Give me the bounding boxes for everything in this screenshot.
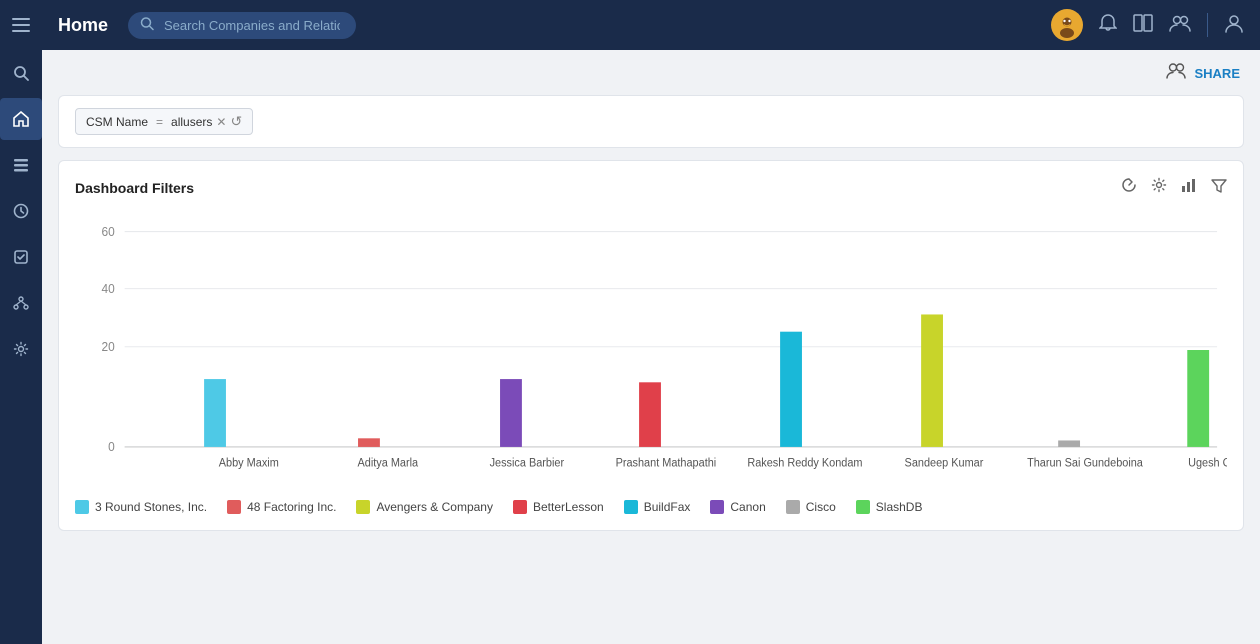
panel-title: Dashboard Filters [75, 180, 194, 196]
sidebar-item-search[interactable] [0, 52, 42, 94]
legend-item: SlashDB [856, 500, 923, 514]
dashboard-panel: Dashboard Filters [58, 160, 1244, 531]
user-icon[interactable] [1224, 13, 1244, 38]
svg-text:Prashant Mathapathi: Prashant Mathapathi [616, 457, 717, 469]
svg-text:Sandeep Kumar: Sandeep Kumar [905, 457, 984, 469]
page-title: Home [58, 15, 108, 36]
bar-chart: 60 40 20 0 Abby Maxim Aditya Marla Jessi… [75, 210, 1227, 490]
svg-text:Jessica Barbier: Jessica Barbier [490, 457, 565, 469]
filter-clear-icon[interactable]: ✕ [216, 115, 226, 129]
svg-text:20: 20 [101, 340, 114, 355]
topnav: Home [42, 0, 1260, 50]
sidebar-item-network[interactable] [0, 282, 42, 324]
legend-color [710, 500, 724, 514]
legend-color [356, 500, 370, 514]
svg-text:Aditya Marla: Aditya Marla [358, 457, 419, 469]
legend-label: BuildFax [644, 500, 691, 514]
legend-label: 3 Round Stones, Inc. [95, 500, 207, 514]
filter-bar: CSM Name = allusers ✕ ↺ [58, 95, 1244, 148]
gear-icon[interactable] [1151, 177, 1167, 198]
hamburger-menu[interactable] [0, 0, 42, 50]
svg-text:Ugesh Gali: Ugesh Gali [1188, 457, 1227, 469]
svg-text:Tharun Sai Gundeboina: Tharun Sai Gundeboina [1027, 457, 1143, 469]
share-users-icon[interactable] [1166, 62, 1186, 85]
top-bar: SHARE [58, 62, 1244, 85]
sidebar-item-list[interactable] [0, 144, 42, 186]
content-area: SHARE CSM Name = allusers ✕ ↺ Dashboard … [42, 50, 1260, 644]
search-wrapper [128, 12, 628, 39]
sidebar-item-home[interactable] [0, 98, 42, 140]
share-section: SHARE [1166, 62, 1240, 85]
svg-text:0: 0 [108, 440, 115, 455]
chart-icon[interactable] [1181, 177, 1197, 198]
nav-divider [1207, 13, 1208, 37]
svg-text:60: 60 [101, 224, 114, 239]
legend-color [227, 500, 241, 514]
legend-label: SlashDB [876, 500, 923, 514]
legend-label: BetterLesson [533, 500, 604, 514]
avatar[interactable] [1051, 9, 1083, 41]
legend-label: Canon [730, 500, 765, 514]
book-icon[interactable] [1133, 14, 1153, 37]
group-icon[interactable] [1169, 14, 1191, 37]
filter-operator: = [156, 115, 163, 129]
legend-label: 48 Factoring Inc. [247, 500, 336, 514]
legend-label: Cisco [806, 500, 836, 514]
sidebar [0, 0, 42, 644]
search-input[interactable] [128, 12, 356, 39]
chart-area: 60 40 20 0 Abby Maxim Aditya Marla Jessi… [75, 210, 1227, 490]
svg-text:40: 40 [101, 281, 114, 296]
topnav-right [1051, 9, 1244, 41]
filter-label: CSM Name [86, 115, 148, 129]
legend-color [513, 500, 527, 514]
sidebar-item-settings[interactable] [0, 328, 42, 370]
panel-header: Dashboard Filters [75, 177, 1227, 198]
panel-actions [1121, 177, 1227, 198]
legend-item: 3 Round Stones, Inc. [75, 500, 207, 514]
sidebar-item-tasks[interactable] [0, 236, 42, 278]
filter-chip[interactable]: CSM Name = allusers ✕ ↺ [75, 108, 253, 135]
legend-label: Avengers & Company [376, 500, 493, 514]
bell-icon[interactable] [1099, 13, 1117, 38]
filter-icon[interactable] [1211, 177, 1227, 198]
legend-color [75, 500, 89, 514]
svg-text:Rakesh Reddy Kondam: Rakesh Reddy Kondam [747, 457, 862, 469]
legend-item: Cisco [786, 500, 836, 514]
legend-color [786, 500, 800, 514]
legend-color [856, 500, 870, 514]
sidebar-item-clock[interactable] [0, 190, 42, 232]
svg-text:Abby Maxim: Abby Maxim [219, 457, 279, 469]
legend-item: Avengers & Company [356, 500, 493, 514]
legend-color [624, 500, 638, 514]
chart-legend: 3 Round Stones, Inc. 48 Factoring Inc. A… [75, 500, 1227, 514]
filter-value: allusers [171, 115, 212, 129]
refresh-icon[interactable] [1121, 177, 1137, 198]
share-button[interactable]: SHARE [1194, 66, 1240, 81]
search-icon [140, 17, 154, 34]
legend-item: BuildFax [624, 500, 691, 514]
legend-item: BetterLesson [513, 500, 604, 514]
legend-item: Canon [710, 500, 765, 514]
legend-item: 48 Factoring Inc. [227, 500, 336, 514]
main-content: Home [42, 0, 1260, 644]
filter-reset-icon[interactable]: ↺ [230, 113, 242, 130]
